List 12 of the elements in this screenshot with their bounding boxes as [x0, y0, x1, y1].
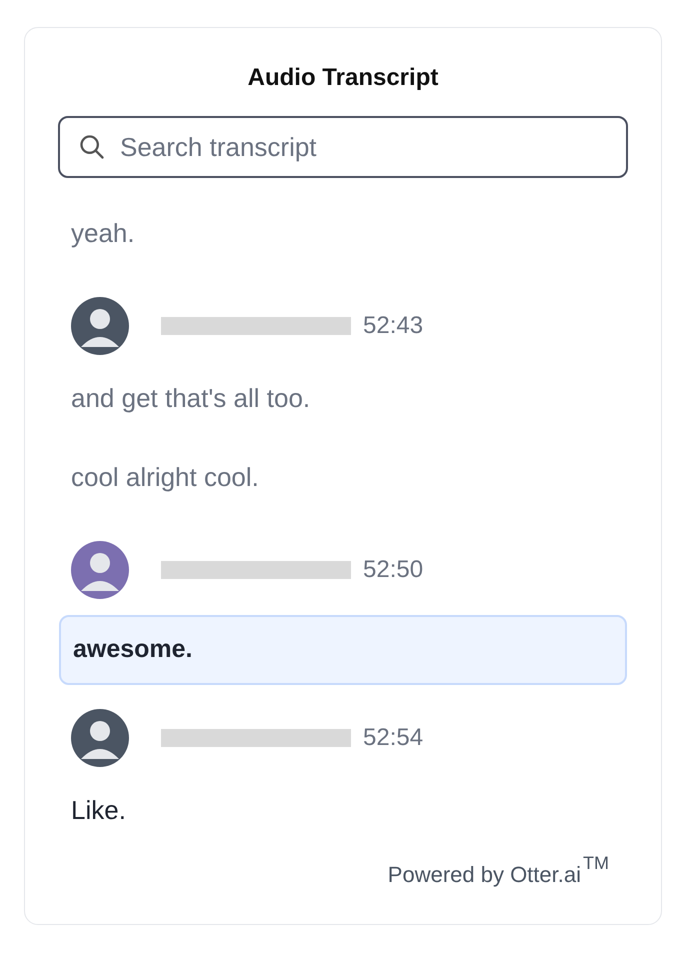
transcript-line: Like. — [71, 794, 126, 824]
transcript-line: yeah. — [71, 218, 135, 248]
search-icon — [78, 133, 106, 161]
transcript-line: cool alright cool. — [71, 462, 259, 492]
timestamp: 52:54 — [363, 722, 424, 752]
search-field[interactable]: Search transcript — [58, 116, 628, 178]
trademark-mark: TM — [583, 852, 609, 874]
timestamp: 52:43 — [363, 311, 424, 341]
footer-credit: Powered by Otter.ai — [388, 860, 581, 889]
transcript-line: and get that's all too. — [71, 383, 310, 413]
card-title: Audio Transcript — [248, 63, 438, 93]
timestamp: 52:50 — [363, 555, 424, 585]
